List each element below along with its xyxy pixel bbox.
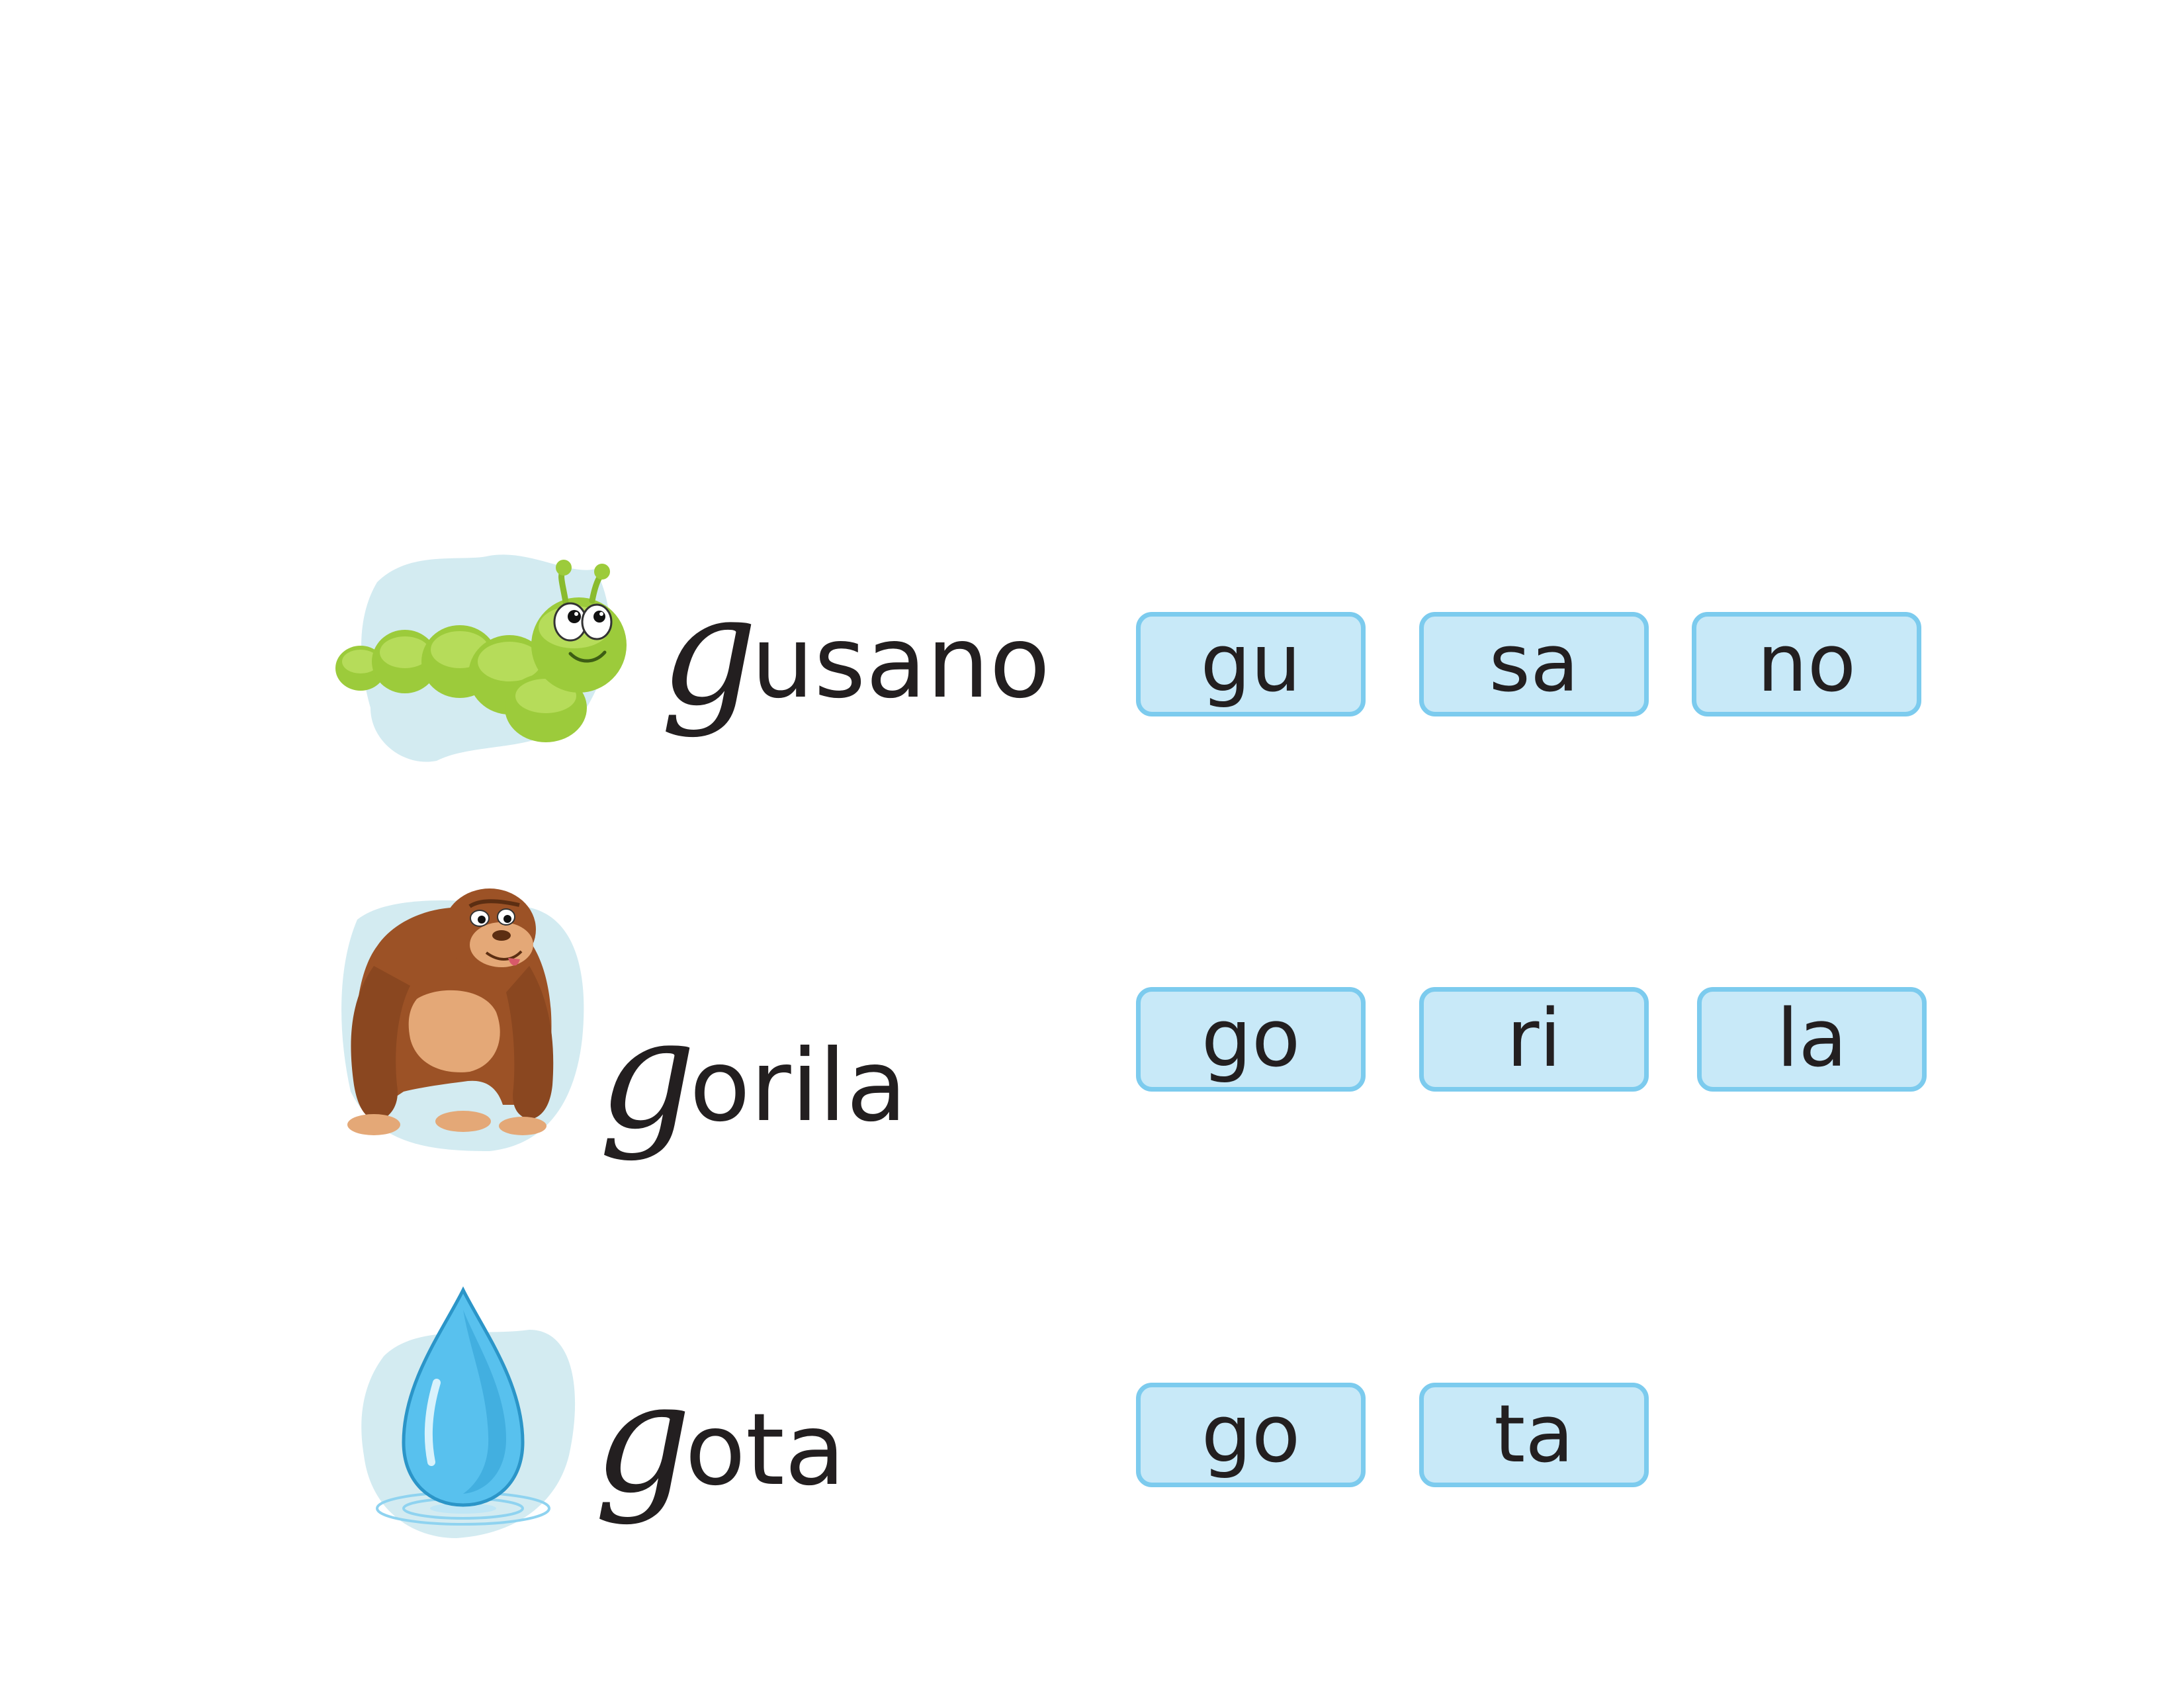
cursive-initial-letter: g <box>660 563 758 740</box>
cursive-initial-letter: g <box>599 986 697 1163</box>
water-drop-icon <box>361 1286 576 1538</box>
word-rest: ota <box>685 1393 846 1508</box>
syllable-card[interactable]: go <box>1136 1383 1366 1487</box>
syllable-card[interactable]: ta <box>1419 1383 1649 1487</box>
syllable-card[interactable]: sa <box>1419 612 1649 716</box>
word-rest: usano <box>751 605 1051 720</box>
syllable-card[interactable]: gu <box>1136 612 1366 716</box>
word-gusano: g usano <box>660 569 1050 754</box>
syllable-card[interactable]: no <box>1692 612 1921 716</box>
word-gota: g ota <box>594 1356 846 1541</box>
syllable-card[interactable]: ri <box>1419 987 1649 1092</box>
word-gorila: g orila <box>599 992 907 1178</box>
syllable-card[interactable]: la <box>1697 987 1927 1092</box>
worksheet-page: g usano gu sa no g orila go ri la g ota … <box>0 0 2184 1687</box>
cursive-initial-letter: g <box>594 1350 692 1527</box>
word-rest: orila <box>689 1029 907 1144</box>
syllable-card[interactable]: go <box>1136 987 1366 1092</box>
caterpillar-icon <box>335 554 627 762</box>
word-row-gota: g ota go ta <box>0 0 2184 1538</box>
gorilla-icon <box>341 888 584 1151</box>
